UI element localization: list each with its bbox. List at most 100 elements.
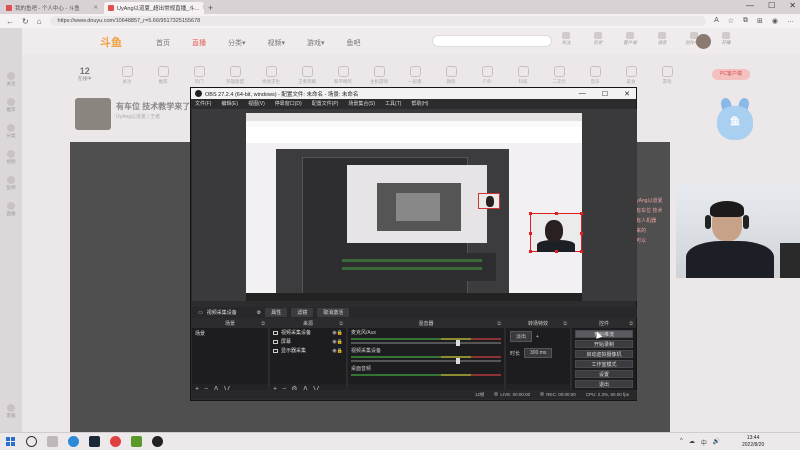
refresh-icon[interactable]: ↻ [22,17,29,26]
nav-category[interactable]: 分类▾ [228,38,246,48]
profile-icon[interactable]: ◉ [772,17,778,25]
favorite-icon[interactable]: ☆ [728,17,734,25]
new-tab-button[interactable]: + [208,2,213,14]
visibility-eye-icon[interactable]: ◉🔒 [332,348,343,354]
browser-tab-2[interactable]: UyAng以道夏_超出常规直播_斗... ✕ [104,2,204,14]
undock-icon[interactable]: ⧉ [563,320,567,328]
deactivate-button[interactable]: 取消激活 [317,308,350,317]
category-item[interactable]: 英雄联盟 [222,66,248,85]
windows-start-icon[interactable] [6,437,15,446]
home-icon[interactable]: ⌂ [37,17,42,26]
category-item[interactable]: 二次元 [546,66,572,85]
duration-input[interactable]: 300 ms [524,348,553,358]
top-client[interactable]: 客户端 [621,32,639,46]
category-item[interactable]: 主机游戏 [366,66,392,85]
scene-item[interactable]: 场景 [192,328,268,339]
transition-select[interactable]: 淡出 [510,331,533,342]
category-item[interactable]: 关注 [114,66,140,85]
exit-button[interactable]: 退出 [575,380,633,388]
category-item[interactable]: 推荐 [150,66,176,85]
start-recording-button[interactable]: 开始录制 [575,340,633,348]
category-item[interactable]: 美食 [618,66,644,85]
douyu-logo[interactable]: 斗鱼 [100,34,122,50]
selected-source-box[interactable] [529,212,583,253]
minimize-button[interactable]: — [746,1,754,10]
obs-taskbar-icon[interactable] [152,436,163,447]
category-item[interactable]: 户外 [474,66,500,85]
visibility-eye-icon[interactable]: ◉🔒 [332,339,343,345]
category-item[interactable]: 游戏 [654,66,680,85]
search-input[interactable] [432,35,552,47]
nvidia-icon[interactable] [131,436,142,447]
category-item[interactable]: 一起看 [402,66,428,85]
nav-live[interactable]: 直播 [192,38,206,48]
filters-button[interactable]: 滤镜 [291,308,314,317]
rail-item-category[interactable]: 分类 [4,124,18,139]
netease-music-icon[interactable] [110,436,121,447]
category-item[interactable]: 热门 [186,66,212,85]
taskbar-clock[interactable]: 13:44 2022/8/20 [742,435,764,449]
category-item[interactable]: 绝地求生 [258,66,284,85]
maximize-button[interactable]: ☐ [768,1,775,10]
volume-icon[interactable]: 🔊 [713,438,720,447]
studio-mode-button[interactable]: 工作室模式 [575,360,633,368]
menu-profile[interactable]: 配置文件(P) [312,100,339,107]
menu-scene-collection[interactable]: 场景集合(S) [348,100,375,107]
nav-home[interactable]: 首页 [156,38,170,48]
obs-maximize-button[interactable]: ☐ [602,90,608,98]
category-item[interactable]: 和平精英 [330,66,356,85]
rail-item-follow[interactable]: 关注 [4,72,18,87]
undock-icon[interactable]: ⧉ [629,320,633,328]
menu-edit[interactable]: 编辑(E) [221,100,238,107]
add-transition-button[interactable]: + [536,334,539,340]
obs-preview[interactable] [192,109,637,301]
menu-file[interactable]: 文件(F) [195,100,211,107]
category-item[interactable]: 王者荣耀 [294,66,320,85]
room-author[interactable]: UyAng以道夏 | 王者 [116,113,160,120]
category-item[interactable]: 颜值 [438,66,464,85]
properties-button[interactable]: 属性 [265,308,288,317]
settings-button[interactable]: 设置 [575,370,633,378]
menu-tools[interactable]: 工具(T) [385,100,401,107]
nav-games[interactable]: 游戏▾ [307,38,325,48]
source-item[interactable]: 视频采集设备 ◉🔒 [270,328,346,337]
edge-icon[interactable] [68,436,79,447]
ime-icon[interactable]: 中 [701,438,707,447]
category-item[interactable]: 音乐 [582,66,608,85]
close-tab-icon[interactable]: ✕ [93,5,98,11]
top-golive[interactable]: 开播 [717,32,735,46]
rail-item-recommend[interactable]: 推荐 [4,98,18,113]
volume-slider[interactable] [351,358,501,364]
cloud-icon[interactable]: ☁ [689,438,695,447]
undock-icon[interactable]: ⧉ [261,320,265,328]
obs-close-button[interactable]: ✕ [624,90,630,98]
rail-item-live[interactable]: 直播 [4,202,18,217]
close-window-button[interactable]: ✕ [789,1,796,10]
visibility-eye-icon[interactable]: ◉🔒 [332,330,343,336]
close-tab-icon[interactable]: ✕ [202,5,204,11]
url-field[interactable]: https://www.douyu.com/10648857_r=5.66/95… [49,16,707,26]
back-icon[interactable]: ← [6,17,14,26]
nav-video[interactable]: 视频▾ [268,38,286,48]
start-streaming-button[interactable]: 开始推流 [575,330,633,338]
menu-docks[interactable]: 停靠窗口(D) [275,100,302,107]
rail-item-service[interactable]: 客服 [4,404,18,419]
steam-icon[interactable] [89,436,100,447]
source-item[interactable]: 屏幕 ◉🔒 [270,337,346,346]
user-avatar[interactable] [696,34,711,49]
streamer-avatar[interactable] [75,98,111,130]
nav-fishbar[interactable]: 鱼吧 [347,38,361,48]
rail-item-video[interactable]: 视频 [4,150,18,165]
volume-slider[interactable] [351,340,501,346]
undock-icon[interactable]: ⧉ [497,320,501,328]
rail-item-fishbar[interactable]: 鱼吧 [4,176,18,191]
source-item[interactable]: 显示器采集 ◉🔒 [270,346,346,355]
search-icon[interactable] [26,436,37,447]
tray-overflow-icon[interactable]: ^ [680,438,683,447]
extensions-icon[interactable]: ⧉ [743,17,748,25]
menu-view[interactable]: 视图(V) [248,100,265,107]
virtual-camera-button[interactable]: 启动虚拟摄像机 [575,350,633,358]
obs-minimize-button[interactable]: — [579,90,586,98]
menu-help[interactable]: 帮助(H) [411,100,428,107]
read-aloud-icon[interactable]: A [714,17,719,25]
